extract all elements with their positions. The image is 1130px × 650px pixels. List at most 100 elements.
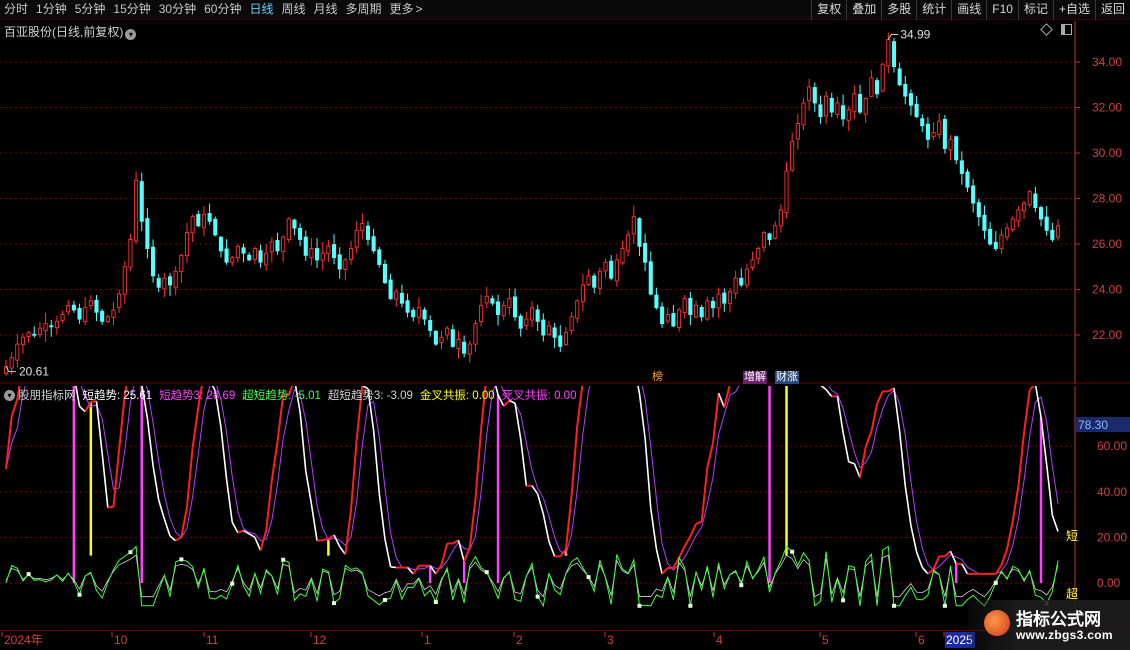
toolbar-button[interactable]: F10 bbox=[986, 0, 1018, 20]
short-trend-segment bbox=[457, 540, 465, 562]
event-badge[interactable]: 财涨 bbox=[775, 371, 799, 384]
toolbar-button[interactable]: 返回 bbox=[1094, 0, 1130, 20]
period-tab[interactable]: 60分钟 bbox=[200, 0, 245, 20]
indicator-chart[interactable]: 60.00 40.00 20.00 0.00 78.30 短超 bbox=[0, 386, 1130, 630]
short-trend-segment bbox=[949, 550, 957, 565]
candlestick bbox=[795, 114, 800, 150]
side-label: 短 bbox=[1066, 529, 1078, 543]
toolbar-button[interactable]: +自选 bbox=[1052, 0, 1095, 20]
candlestick bbox=[648, 251, 653, 296]
short-trend-segment bbox=[661, 567, 669, 575]
candlestick bbox=[337, 247, 342, 279]
legend-label: 超短趋势3: bbox=[327, 390, 384, 402]
low-price-label: 20.61 bbox=[19, 365, 49, 379]
candlestick bbox=[43, 312, 48, 342]
candlestick bbox=[580, 273, 585, 312]
period-tab[interactable]: 多周期 bbox=[342, 0, 386, 20]
toolbar-button[interactable]: 叠加 bbox=[846, 0, 881, 20]
price-axis-tick: 34.00 bbox=[1092, 55, 1122, 69]
candlestick bbox=[100, 308, 105, 325]
price-chart-panel[interactable]: 34.00 32.00 30.00 28.00 26.00 24.00 22.00 34.99… bbox=[0, 21, 1130, 384]
short-trend-segment bbox=[1006, 521, 1014, 550]
time-axis: 2024年 10 11 12 1 2 3 4 5 6 2025 bbox=[0, 630, 1130, 650]
candlestick bbox=[727, 288, 733, 313]
short-trend-segment bbox=[146, 418, 154, 466]
settings-circle-icon[interactable]: ▾ bbox=[4, 389, 15, 401]
candlestick bbox=[15, 333, 20, 368]
price-axis-tick: 26.00 bbox=[1092, 237, 1122, 251]
watermark: 指标公式网 www.zbgs3.com bbox=[968, 600, 1130, 650]
event-badge[interactable]: 增解 bbox=[743, 371, 767, 384]
candlestick bbox=[450, 324, 455, 348]
candlestick bbox=[688, 291, 693, 326]
period-tab[interactable]: 月线 bbox=[310, 0, 342, 20]
short-trend-segment bbox=[107, 505, 114, 509]
event-badge[interactable]: 榜 bbox=[651, 371, 664, 384]
candlestick bbox=[546, 320, 552, 337]
toolbar-button[interactable]: 统计 bbox=[916, 0, 951, 20]
chevron-down-icon[interactable]: ▾ bbox=[125, 29, 137, 40]
candlestick bbox=[563, 327, 568, 347]
period-tab[interactable]: 周线 bbox=[277, 0, 309, 20]
indicator-name[interactable]: 股朋指标网 bbox=[18, 387, 76, 403]
period-tab[interactable]: 30分钟 bbox=[155, 0, 200, 20]
price-chart[interactable]: 34.00 32.00 30.00 28.00 26.00 24.00 22.00 34.99… bbox=[0, 21, 1130, 384]
candlestick bbox=[484, 286, 489, 309]
period-tab[interactable]: 5分钟 bbox=[71, 0, 110, 20]
short-trend-segment bbox=[372, 430, 381, 494]
short-trend-segment bbox=[1023, 389, 1031, 433]
candlestick bbox=[869, 70, 874, 98]
period-tabs: 分时 1分钟 5分钟 15分钟 30分钟 60分钟 日线 周线 月线 多周期 更多 > bbox=[0, 0, 427, 20]
candlestick bbox=[614, 253, 619, 287]
candlestick bbox=[1027, 189, 1032, 208]
indicator-legend: ▾ 股朋指标网 短趋势: 25.61 短趋势3: 28.69 超短趋势: -5.01… bbox=[4, 387, 576, 403]
candlestick bbox=[705, 296, 710, 322]
legend-label: 短趋势3: bbox=[159, 390, 204, 402]
short-trend-segment bbox=[5, 416, 13, 470]
candlestick bbox=[693, 300, 699, 319]
period-tab[interactable]: 分时 bbox=[0, 0, 32, 20]
price-axis-tick: 30.00 bbox=[1092, 146, 1122, 160]
candlestick bbox=[835, 96, 840, 118]
signal-marker bbox=[891, 603, 896, 608]
watermark-logo-icon bbox=[984, 610, 1010, 636]
candlestick bbox=[761, 230, 766, 253]
legend-value: 28.69 bbox=[203, 390, 236, 402]
short-trend-segment bbox=[333, 534, 341, 548]
period-tab[interactable]: 更多 > bbox=[386, 0, 427, 20]
short-trend-segment bbox=[1045, 464, 1054, 516]
legend-label: 超短趋势: bbox=[242, 390, 292, 402]
short-trend-segment bbox=[870, 403, 878, 432]
candlestick bbox=[377, 246, 382, 268]
price-panel-title[interactable]: 百亚股份(日线,前复权) ▾ bbox=[4, 23, 137, 40]
indicator-axis-tick: 40.00 bbox=[1097, 485, 1127, 499]
toolbar-button[interactable]: 多股 bbox=[881, 0, 916, 20]
toolbar-button[interactable]: 标记 bbox=[1017, 0, 1053, 20]
candlestick bbox=[739, 268, 744, 288]
candlestick bbox=[852, 85, 857, 119]
candlestick bbox=[32, 326, 37, 338]
candlestick bbox=[925, 117, 930, 149]
period-tab[interactable]: 15分钟 bbox=[109, 0, 154, 20]
candlestick bbox=[569, 312, 574, 335]
window-icon[interactable] bbox=[1061, 24, 1072, 35]
candlestick bbox=[908, 89, 913, 116]
candlestick bbox=[931, 122, 936, 141]
short-trend-segment bbox=[237, 529, 244, 534]
candlestick bbox=[235, 244, 240, 263]
candlestick bbox=[903, 76, 908, 105]
candlestick bbox=[518, 313, 523, 337]
toolbar-button[interactable]: 复权 bbox=[811, 0, 846, 20]
candlestick bbox=[292, 218, 297, 236]
period-tab[interactable]: 日线 bbox=[245, 0, 277, 20]
toolbar-button[interactable]: 画线 bbox=[951, 0, 986, 20]
short-trend-segment bbox=[548, 541, 556, 557]
candlestick bbox=[128, 233, 133, 271]
short-trend-segment bbox=[848, 461, 855, 465]
candlestick bbox=[529, 300, 535, 327]
short-trend-segment bbox=[921, 566, 929, 575]
short-trend-segment bbox=[638, 393, 646, 439]
candlestick bbox=[184, 222, 190, 263]
period-tab[interactable]: 1分钟 bbox=[32, 0, 71, 20]
indicator-panel[interactable]: 60.00 40.00 20.00 0.00 78.30 短超 ▾ 股朋指标网 短趋势: … bbox=[0, 386, 1130, 630]
